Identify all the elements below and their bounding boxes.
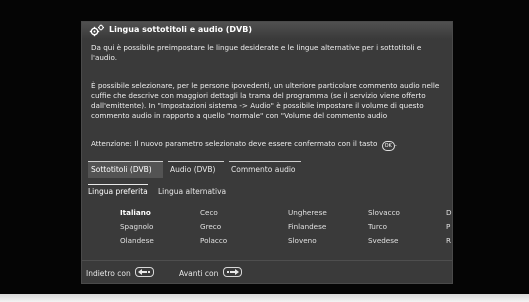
language-option[interactable]: Greco — [200, 222, 221, 231]
footer-next-hint: Avanti con — [179, 267, 242, 278]
language-option[interactable]: Polacco — [200, 236, 227, 245]
confirmation-note-end: . — [394, 139, 397, 148]
language-option[interactable]: D — [446, 208, 452, 217]
tab-label: Audio (DVB) — [170, 165, 216, 174]
language-option[interactable]: Finlandese — [288, 222, 326, 231]
subtab-label: Lingua alternativa — [158, 187, 227, 196]
window-title: Lingua sottotitoli e audio (DVB) — [109, 25, 252, 34]
ok-key-icon: OK — [381, 141, 395, 151]
arrow-left-key-icon — [135, 267, 155, 277]
language-option[interactable]: Olandese — [120, 236, 154, 245]
language-option[interactable]: R — [446, 236, 451, 245]
language-option[interactable]: Spagnolo — [120, 222, 153, 231]
language-option[interactable]: Svedese — [368, 236, 398, 245]
settings-gears-icon — [89, 24, 104, 37]
subtab-indicator — [88, 184, 148, 185]
tab-label: Sottotitoli (DVB) — [91, 165, 152, 174]
tab-audio-dvb[interactable]: Audio (DVB) — [168, 161, 224, 178]
tab-indicator — [168, 161, 224, 162]
confirmation-note-text: Attenzione: Il nuovo parametro seleziona… — [91, 139, 378, 148]
title-bar: Lingua sottotitoli e audio (DVB) — [82, 22, 452, 39]
language-option[interactable]: Italiano — [120, 208, 151, 217]
language-option[interactable]: Ungherese — [288, 208, 327, 217]
confirmation-note: Attenzione: Il nuovo parametro seleziona… — [91, 139, 447, 151]
tv-screen: Lingua sottotitoli e audio (DVB) Da qui … — [0, 0, 529, 294]
language-option[interactable]: Ceco — [200, 208, 218, 217]
tab-subtitles-dvb[interactable]: Sottotitoli (DVB) — [88, 161, 163, 178]
language-list: Italiano Ceco Ungherese Slovacco D Spagnolo Gr… — [82, 208, 452, 260]
language-option[interactable]: P — [446, 222, 450, 231]
subtab-label: Lingua preferita — [88, 187, 148, 196]
subtab-alternative-language[interactable]: Lingua alternativa — [158, 184, 227, 196]
description-paragraph-2: È possibile selezionare, per le persone … — [91, 81, 440, 120]
tab-audio-commentary[interactable]: Commento audio — [229, 161, 301, 178]
settings-panel: Lingua sottotitoli e audio (DVB) Da qui … — [81, 21, 453, 284]
footer-back-hint: Indietro con — [86, 267, 155, 278]
language-option[interactable]: Slovacco — [368, 208, 400, 217]
language-option[interactable]: Turco — [368, 222, 387, 231]
footer-divider — [82, 260, 452, 261]
tab-label: Commento audio — [231, 165, 296, 174]
next-label: Avanti con — [179, 269, 219, 278]
back-label: Indietro con — [86, 269, 131, 278]
arrow-right-key-icon — [222, 267, 242, 277]
language-option[interactable]: Sloveno — [288, 236, 317, 245]
description-paragraph-1: Da qui è possibile preimpostare le lingu… — [91, 43, 422, 62]
tab-indicator — [229, 161, 301, 162]
tab-indicator — [88, 161, 163, 162]
subtab-preferred-language[interactable]: Lingua preferita — [88, 184, 148, 196]
screen-bezel — [0, 294, 529, 302]
